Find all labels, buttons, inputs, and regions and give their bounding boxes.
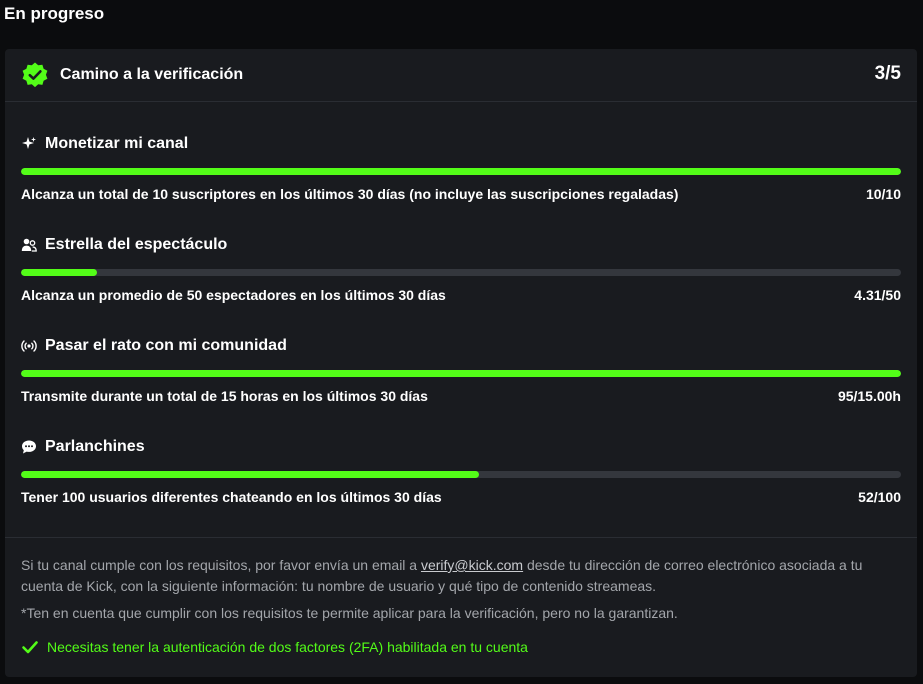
verify-email-link[interactable]: verify@kick.com: [421, 557, 523, 573]
check-icon: [22, 641, 38, 654]
requirement-description: Alcanza un promedio de 50 espectadores e…: [21, 287, 446, 303]
progress-bar-fill: [21, 471, 479, 478]
progress-bar: [21, 471, 901, 478]
users-icon: [21, 237, 37, 253]
requirement-description: Alcanza un total de 10 suscriptores en l…: [21, 186, 679, 202]
requirement-monetize: Monetizar mi canal Alcanza un total de 1…: [21, 133, 901, 213]
requirement-value: 4.31/50: [854, 287, 901, 303]
twofa-text: Necesitas tener la autenticación de dos …: [47, 639, 528, 655]
requirement-title: Parlanchines: [45, 438, 145, 455]
chat-bubble-icon: [21, 439, 37, 455]
requirement-value: 95/15.00h: [837, 388, 901, 404]
requirement-description: Tener 100 usuarios diferentes chateando …: [21, 489, 442, 505]
requirement-value: 52/100: [858, 489, 901, 505]
info-text-before: Si tu canal cumple con los requisitos, p…: [21, 557, 421, 573]
section-title: En progreso: [4, 4, 105, 23]
progress-bar-fill: [21, 269, 97, 276]
verification-info: Si tu canal cumple con los requisitos, p…: [21, 555, 906, 597]
progress-bar: [21, 168, 901, 175]
progress-bar-fill: [21, 168, 901, 175]
broadcast-icon: [21, 338, 37, 354]
verified-badge-icon: [22, 62, 48, 88]
divider: [5, 537, 917, 538]
requirement-title: Monetizar mi canal: [45, 135, 189, 152]
progress-bar: [21, 370, 901, 377]
twofa-requirement: Necesitas tener la autenticación de dos …: [21, 636, 528, 658]
requirement-chatters: Parlanchines Tener 100 usuarios diferent…: [21, 436, 901, 516]
verification-card: Camino a la verificación 3/5 Monetizar m…: [5, 49, 917, 677]
requirement-description: Transmite durante un total de 15 horas e…: [21, 388, 428, 404]
requirement-title: Estrella del espectáculo: [45, 236, 228, 253]
requirement-value: 10/10: [865, 186, 901, 202]
verification-progress-count: 3/5: [874, 63, 901, 84]
progress-bar-fill: [21, 370, 901, 377]
requirement-title: Pasar el rato con mi comunidad: [45, 337, 287, 354]
sparkle-icon: [21, 136, 37, 152]
requirement-viewers: Estrella del espectáculo Alcanza un prom…: [21, 234, 901, 314]
card-header: Camino a la verificación 3/5: [5, 49, 917, 102]
requirement-stream-hours: Pasar el rato con mi comunidad Transmite…: [21, 335, 901, 415]
progress-bar: [21, 269, 901, 276]
card-title: Camino a la verificación: [60, 66, 244, 83]
verification-note: *Ten en cuenta que cumplir con los requi…: [21, 605, 678, 621]
